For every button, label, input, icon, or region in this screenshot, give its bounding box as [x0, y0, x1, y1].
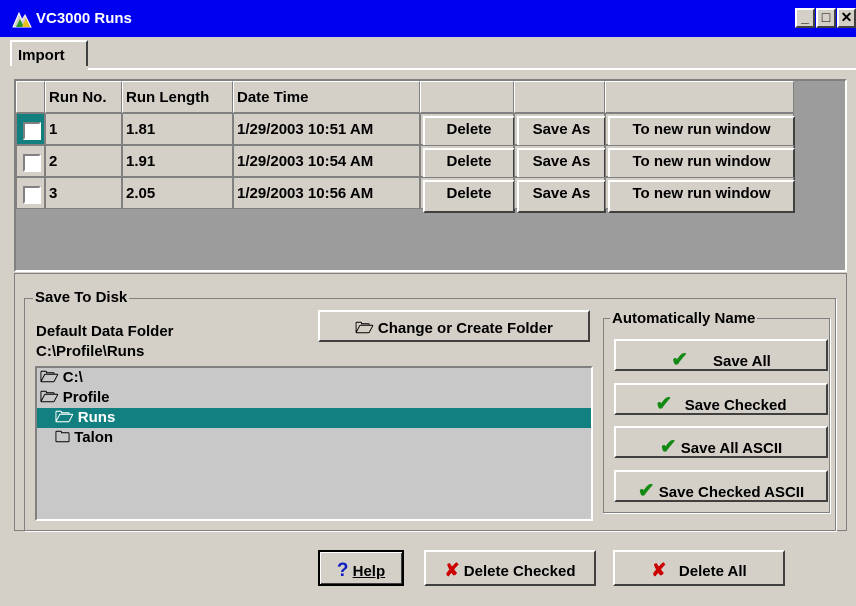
delete-run-button[interactable]: Delete — [423, 180, 515, 213]
tree-item-label: Profile — [62, 389, 110, 406]
date-time-cell: 1/29/2003 10:51 AM — [233, 113, 420, 145]
change-folder-label: Change or Create Folder — [377, 320, 553, 337]
minimize-icon: _ — [801, 9, 809, 25]
save-checked-ascii-label: Save Checked ASCII — [658, 484, 805, 501]
save-as-cell: Save As — [514, 145, 606, 181]
delete-all-label: Delete All — [678, 563, 747, 580]
row-select-cell[interactable] — [16, 177, 45, 209]
row-checkbox[interactable] — [23, 122, 41, 140]
folder-icon: 🗀 — [55, 429, 71, 446]
window-title: VC3000 Runs — [36, 10, 132, 27]
run-length-cell: 1.91 — [122, 145, 233, 177]
header-window-col — [605, 81, 794, 113]
tab-join — [10, 66, 88, 70]
tree-item[interactable]: 🗁 Profile — [37, 388, 591, 408]
runs-grid: Run No. Run Length Date Time 1 1.81 1/29… — [14, 79, 847, 272]
change-folder-button[interactable]: 🗁 Change or Create Folder — [318, 310, 590, 342]
tree-item-label: Talon — [74, 429, 114, 446]
new-window-cell: To new run window — [605, 113, 795, 149]
row-select-cell[interactable] — [16, 113, 45, 145]
delete-checked-button[interactable]: ✘ Delete Checked — [424, 550, 596, 586]
header-run-length: Run Length — [122, 81, 233, 113]
save-to-disk-legend: Save To Disk — [33, 289, 130, 306]
open-folder-icon: 🗁 — [40, 389, 59, 406]
tab-divider — [10, 68, 856, 70]
check-icon: ✔ — [637, 480, 655, 502]
default-folder-label: Default Data Folder — [36, 323, 174, 340]
save-as-cell: Save As — [514, 113, 606, 149]
check-icon: ✔ — [655, 393, 673, 415]
row-checkbox[interactable] — [23, 154, 41, 172]
date-time-cell: 1/29/2003 10:54 AM — [233, 145, 420, 177]
delete-cell: Delete — [420, 177, 515, 213]
maximize-button[interactable]: □ — [816, 8, 836, 28]
row-select-cell[interactable] — [16, 145, 45, 177]
close-icon: ✕ — [840, 9, 853, 25]
open-folder-icon: 🗁 — [355, 320, 378, 337]
run-length-cell: 2.05 — [122, 177, 233, 209]
delete-checked-label: Delete Checked — [463, 563, 576, 580]
tree-item-label: Runs — [77, 409, 116, 426]
save-checked-button[interactable]: ✔ Save Checked — [614, 383, 828, 415]
date-time-cell: 1/29/2003 10:56 AM — [233, 177, 420, 209]
save-checked-label: Save Checked — [684, 397, 787, 414]
delete-cell: Delete — [420, 113, 515, 149]
save-as-cell: Save As — [514, 177, 606, 213]
app-window: VC3000 Runs _ □ ✕ Import Run No. Run Len… — [0, 0, 856, 606]
tab-import-label: Import — [18, 47, 65, 64]
save-all-ascii-label: Save All ASCII — [680, 440, 783, 457]
to-new-run-window-button[interactable]: To new run window — [608, 180, 795, 213]
header-run-no: Run No. — [45, 81, 122, 113]
app-icon — [12, 11, 32, 28]
question-icon: ? — [336, 560, 349, 581]
header-save-col — [514, 81, 605, 113]
maximize-icon: □ — [821, 9, 831, 25]
automatically-name-legend: Automatically Name — [610, 310, 758, 327]
save-as-button[interactable]: Save As — [517, 180, 606, 213]
delete-all-button[interactable]: ✘ Delete All — [613, 550, 785, 586]
help-button[interactable]: ? Help — [318, 550, 404, 586]
save-all-button[interactable]: ✔ Save All — [614, 339, 828, 371]
check-icon: ✔ — [671, 349, 688, 371]
delete-x-icon: ✘ — [444, 560, 460, 580]
tree-item[interactable]: 🗁 C:\ — [37, 368, 591, 388]
default-folder-path: C:\Profile\Runs — [36, 343, 145, 360]
save-all-ascii-button[interactable]: ✔ Save All ASCII — [614, 426, 828, 458]
tab-import[interactable]: Import — [10, 40, 88, 68]
help-label: Help — [352, 563, 386, 580]
tree-item[interactable]: 🗀 Talon — [37, 428, 591, 448]
folder-tree[interactable]: 🗁 C:\ 🗁 Profile 🗁 Runs 🗀 Talon — [35, 366, 593, 521]
open-folder-icon: 🗁 — [55, 409, 74, 426]
header-delete-col — [420, 81, 514, 113]
save-all-label: Save All — [712, 353, 771, 370]
new-window-cell: To new run window — [605, 177, 795, 213]
row-checkbox[interactable] — [23, 186, 41, 204]
run-no-cell: 1 — [45, 113, 122, 145]
open-folder-icon: 🗁 — [40, 369, 59, 386]
run-length-cell: 1.81 — [122, 113, 233, 145]
check-icon: ✔ — [659, 436, 677, 458]
header-date-time: Date Time — [233, 81, 420, 113]
close-button[interactable]: ✕ — [837, 8, 856, 28]
delete-x-icon: ✘ — [651, 560, 667, 580]
run-no-cell: 2 — [45, 145, 122, 177]
minimize-button[interactable]: _ — [795, 8, 815, 28]
delete-cell: Delete — [420, 145, 515, 181]
tree-item-selected[interactable]: 🗁 Runs — [37, 408, 591, 428]
tree-item-label: C:\ — [62, 369, 83, 386]
header-select-cell — [16, 81, 45, 113]
title-bar[interactable]: VC3000 Runs _ □ ✕ — [0, 0, 856, 37]
run-no-cell: 3 — [45, 177, 122, 209]
new-window-cell: To new run window — [605, 145, 795, 181]
save-checked-ascii-button[interactable]: ✔ Save Checked ASCII — [614, 470, 828, 502]
